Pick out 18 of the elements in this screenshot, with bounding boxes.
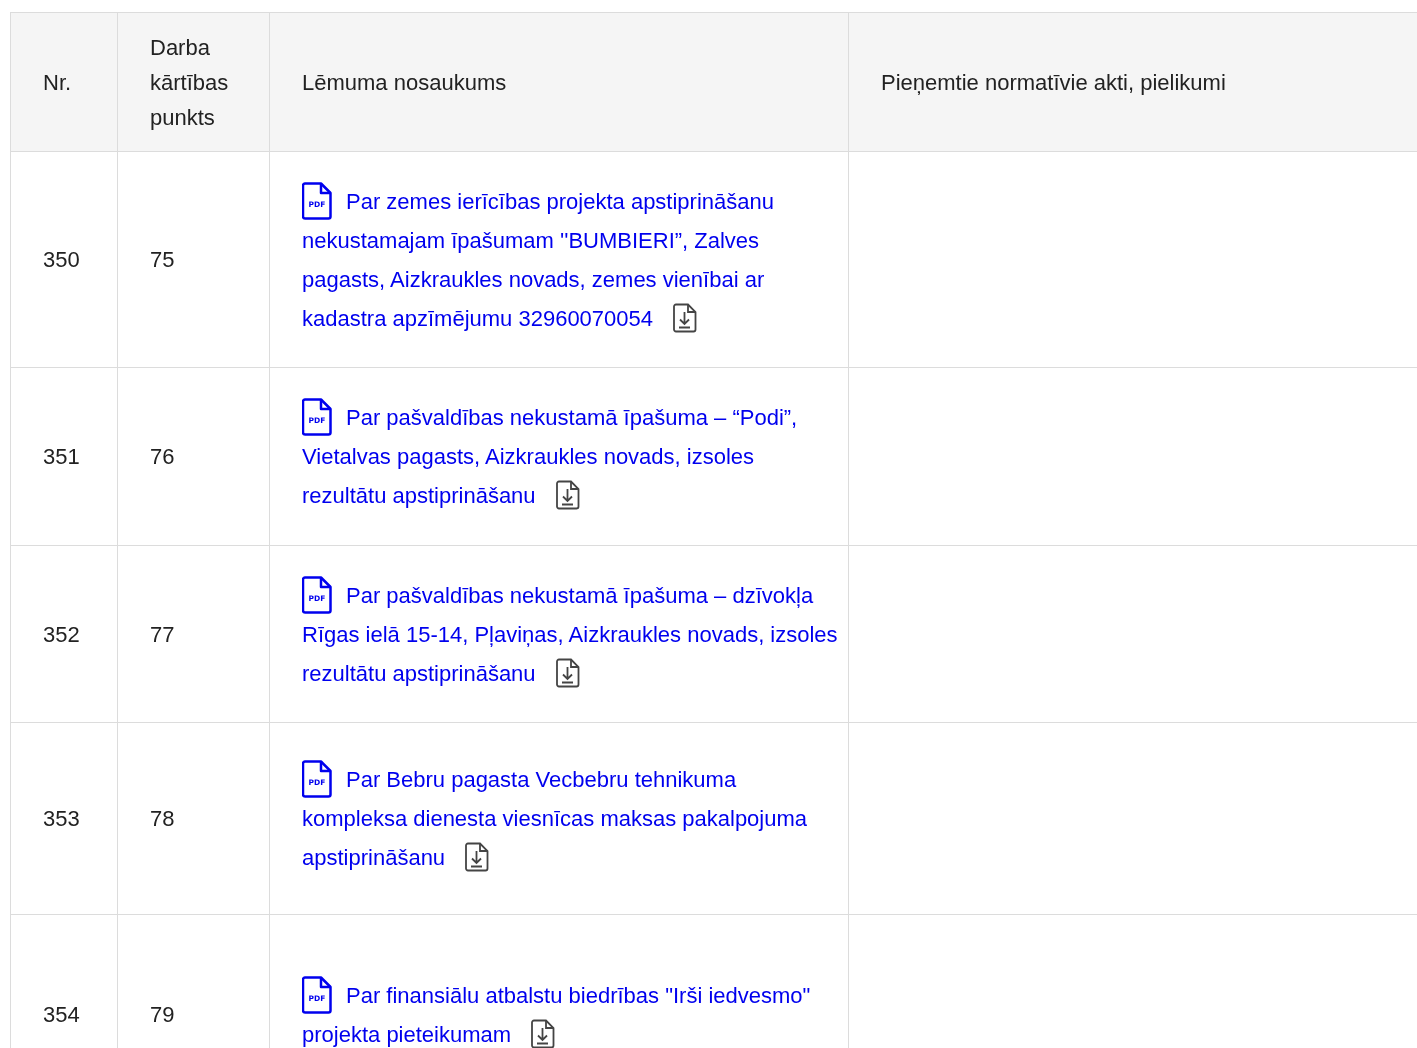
table-cell: 76 (117, 367, 270, 546)
download-file-icon[interactable] (531, 1018, 556, 1048)
column-header: Nr. (10, 12, 118, 152)
table-cell: 351 (10, 367, 118, 546)
table-cell: 78 (117, 722, 270, 915)
table-cell: 353 (10, 722, 118, 915)
table-cell: 77 (117, 545, 270, 723)
download-file-icon[interactable] (555, 657, 580, 688)
download-file-icon[interactable] (555, 480, 580, 511)
column-header: Lēmuma nosaukums (269, 12, 849, 152)
table-cell: 352 (10, 545, 118, 723)
table-cell: 350 (10, 151, 118, 368)
table-cell: 75 (117, 151, 270, 368)
download-file-icon[interactable] (465, 842, 490, 873)
column-header: Pieņemtie normatīvie akti, pielikumi (848, 12, 1417, 152)
download-file-icon[interactable] (673, 302, 698, 333)
column-header: Darba kārtības punkts (117, 12, 270, 152)
table-cell: 354 (10, 914, 118, 1048)
